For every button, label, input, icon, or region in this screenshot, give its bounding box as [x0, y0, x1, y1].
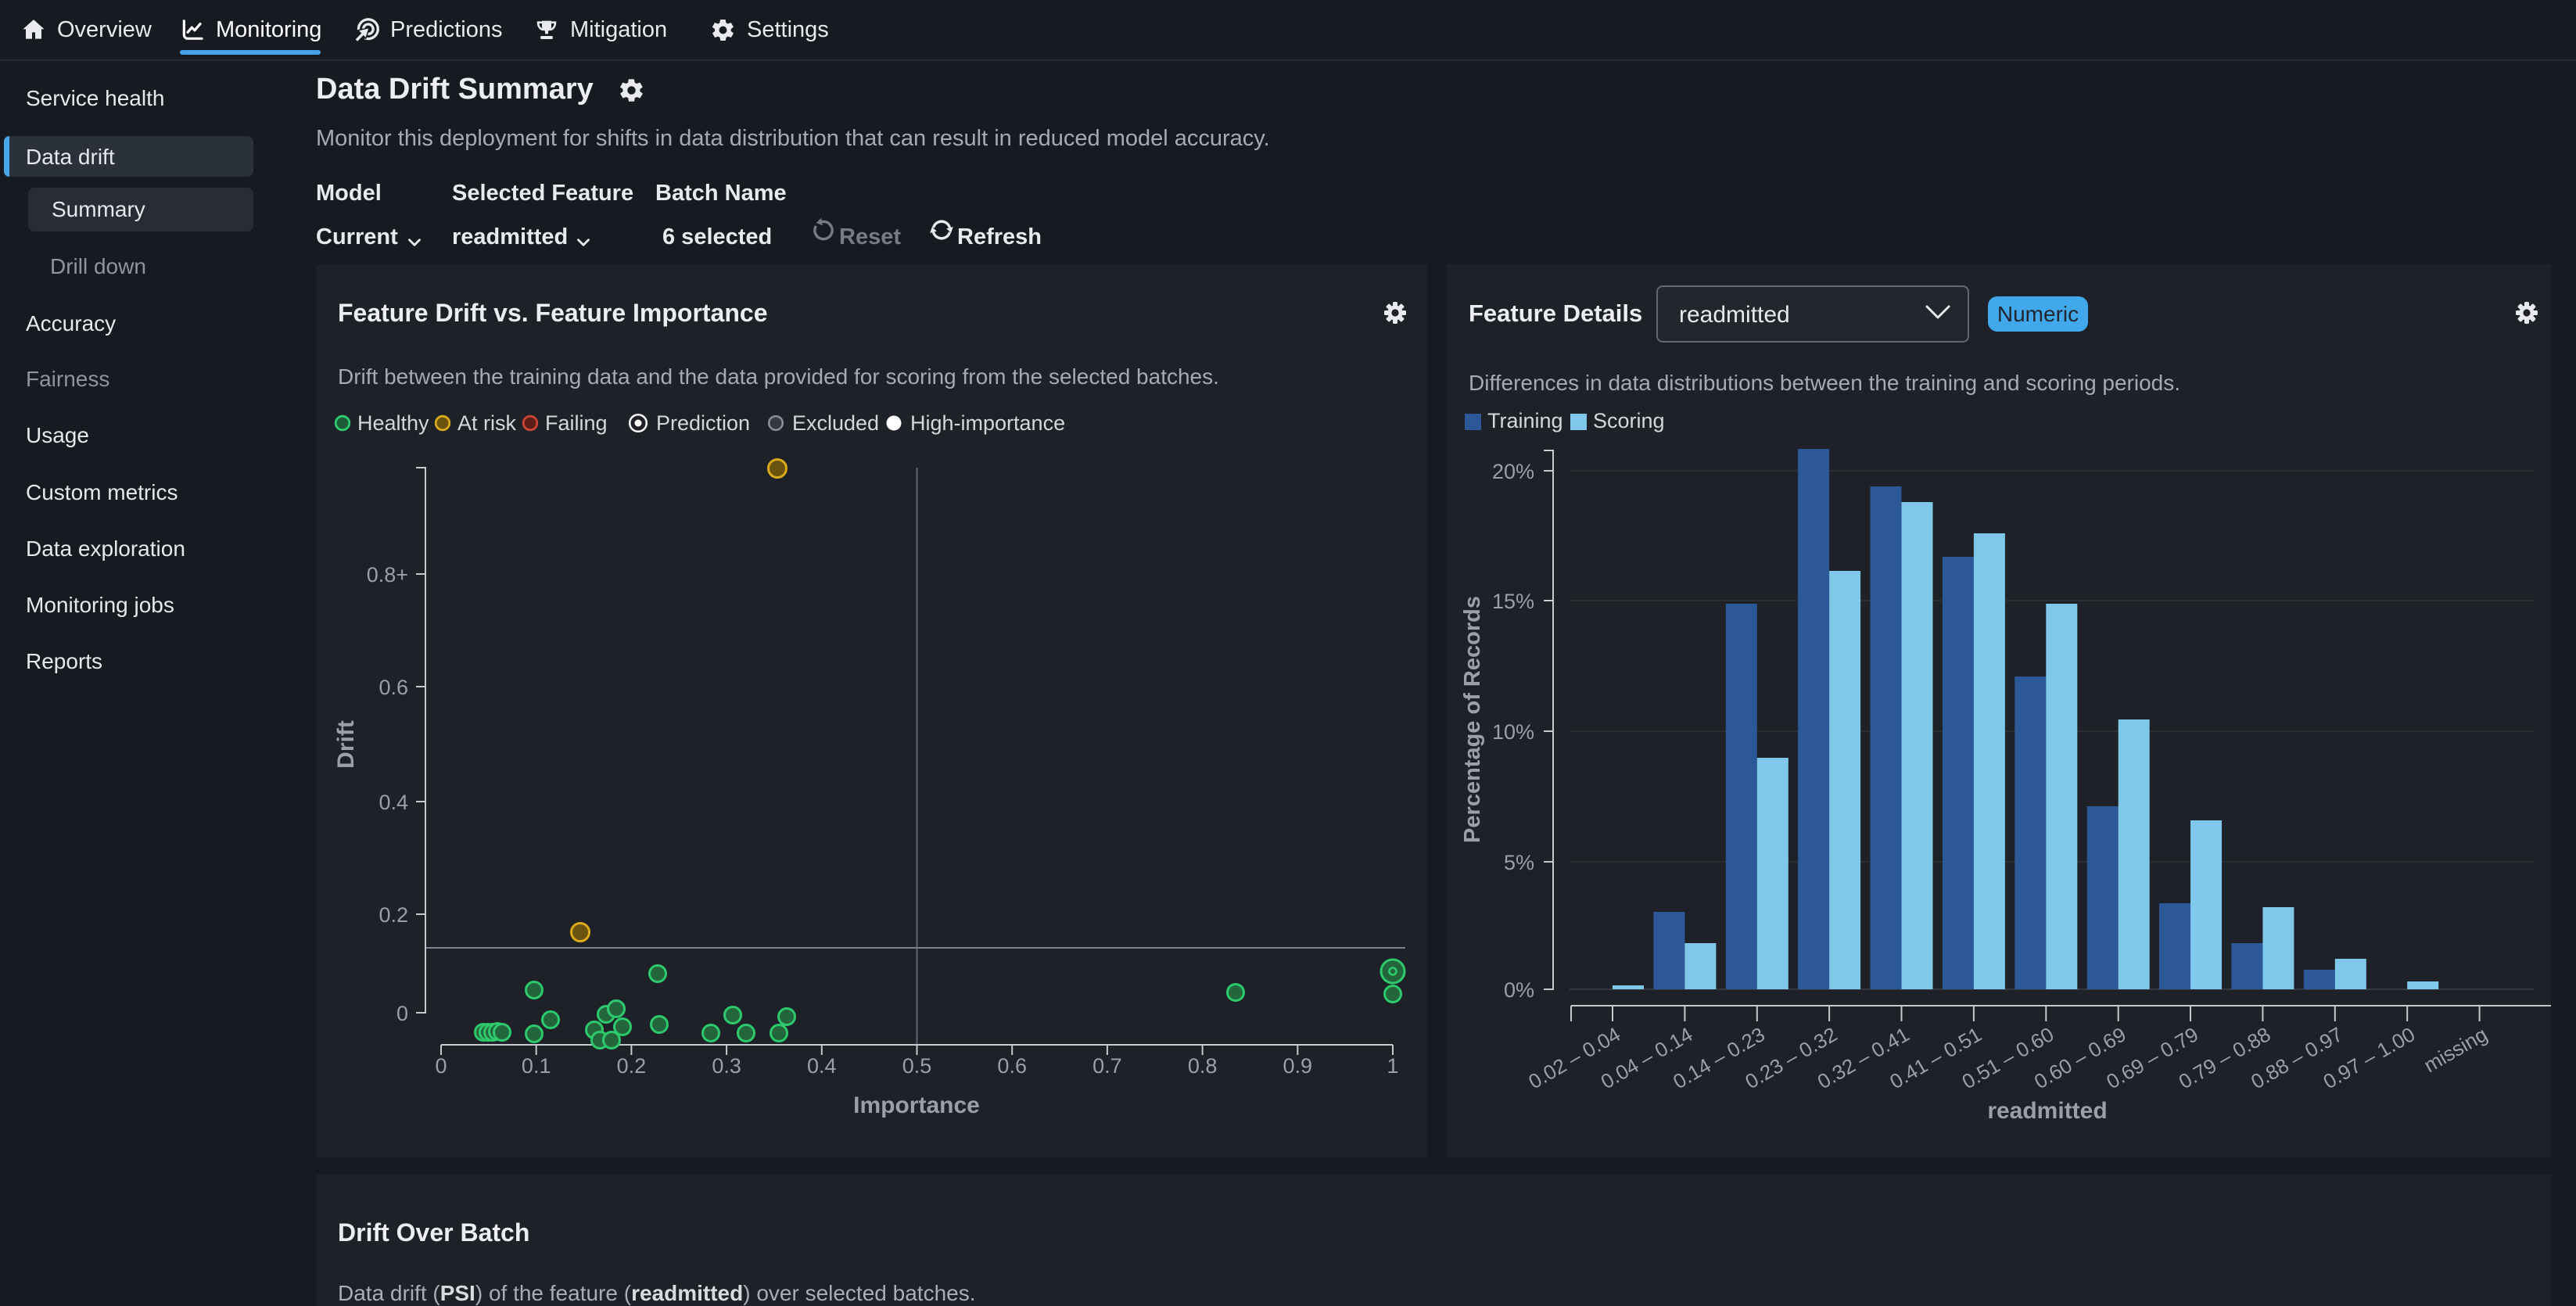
- svg-text:0.2: 0.2: [617, 1054, 647, 1078]
- svg-text:0.4: 0.4: [379, 791, 408, 814]
- svg-text:Differences in data distributi: Differences in data distributions betwee…: [1469, 371, 2180, 395]
- svg-text:0: 0: [435, 1054, 447, 1078]
- svg-text:0.2: 0.2: [379, 903, 408, 927]
- svg-text:0.1: 0.1: [522, 1054, 551, 1078]
- svg-text:20%: 20%: [1492, 460, 1534, 483]
- svg-text:Percentage of Records: Percentage of Records: [1460, 596, 1485, 843]
- svg-text:Healthy: Healthy: [357, 411, 429, 435]
- svg-text:readmitted: readmitted: [1987, 1098, 2107, 1124]
- svg-text:Training: Training: [1487, 409, 1563, 432]
- svg-text:0.6: 0.6: [379, 676, 408, 699]
- svg-text:0.4: 0.4: [807, 1054, 837, 1078]
- svg-text:Numeric: Numeric: [1997, 302, 2079, 326]
- svg-text:0.5: 0.5: [902, 1054, 932, 1078]
- svg-text:0.8+: 0.8+: [367, 563, 408, 587]
- svg-text:0.3: 0.3: [712, 1054, 741, 1078]
- svg-text:15%: 15%: [1492, 590, 1534, 613]
- svg-text:0%: 0%: [1504, 978, 1534, 1002]
- svg-text:Prediction: Prediction: [656, 411, 750, 435]
- svg-text:0.8: 0.8: [1188, 1054, 1218, 1078]
- svg-text:0.6: 0.6: [997, 1054, 1027, 1078]
- svg-text:Drift: Drift: [333, 720, 359, 769]
- svg-text:Feature Details: Feature Details: [1469, 300, 1642, 327]
- svg-text:missing: missing: [2420, 1022, 2491, 1077]
- svg-text:Scoring: Scoring: [1593, 409, 1665, 432]
- svg-text:Drift between the training dat: Drift between the training data and the …: [338, 364, 1219, 389]
- svg-text:10%: 10%: [1492, 720, 1534, 744]
- svg-text:5%: 5%: [1504, 851, 1534, 874]
- svg-text:Importance: Importance: [853, 1093, 980, 1118]
- svg-text:Failing: Failing: [545, 411, 608, 435]
- svg-text:1: 1: [1387, 1054, 1398, 1078]
- svg-text:Excluded: Excluded: [792, 411, 879, 435]
- svg-text:0.7: 0.7: [1092, 1054, 1122, 1078]
- svg-text:0.9: 0.9: [1283, 1054, 1313, 1078]
- svg-text:High-importance: High-importance: [910, 411, 1065, 435]
- svg-text:Feature Drift vs. Feature Impo: Feature Drift vs. Feature Importance: [338, 299, 767, 327]
- svg-text:At risk: At risk: [457, 411, 517, 435]
- svg-text:readmitted: readmitted: [1679, 302, 1790, 328]
- svg-text:0: 0: [396, 1002, 408, 1025]
